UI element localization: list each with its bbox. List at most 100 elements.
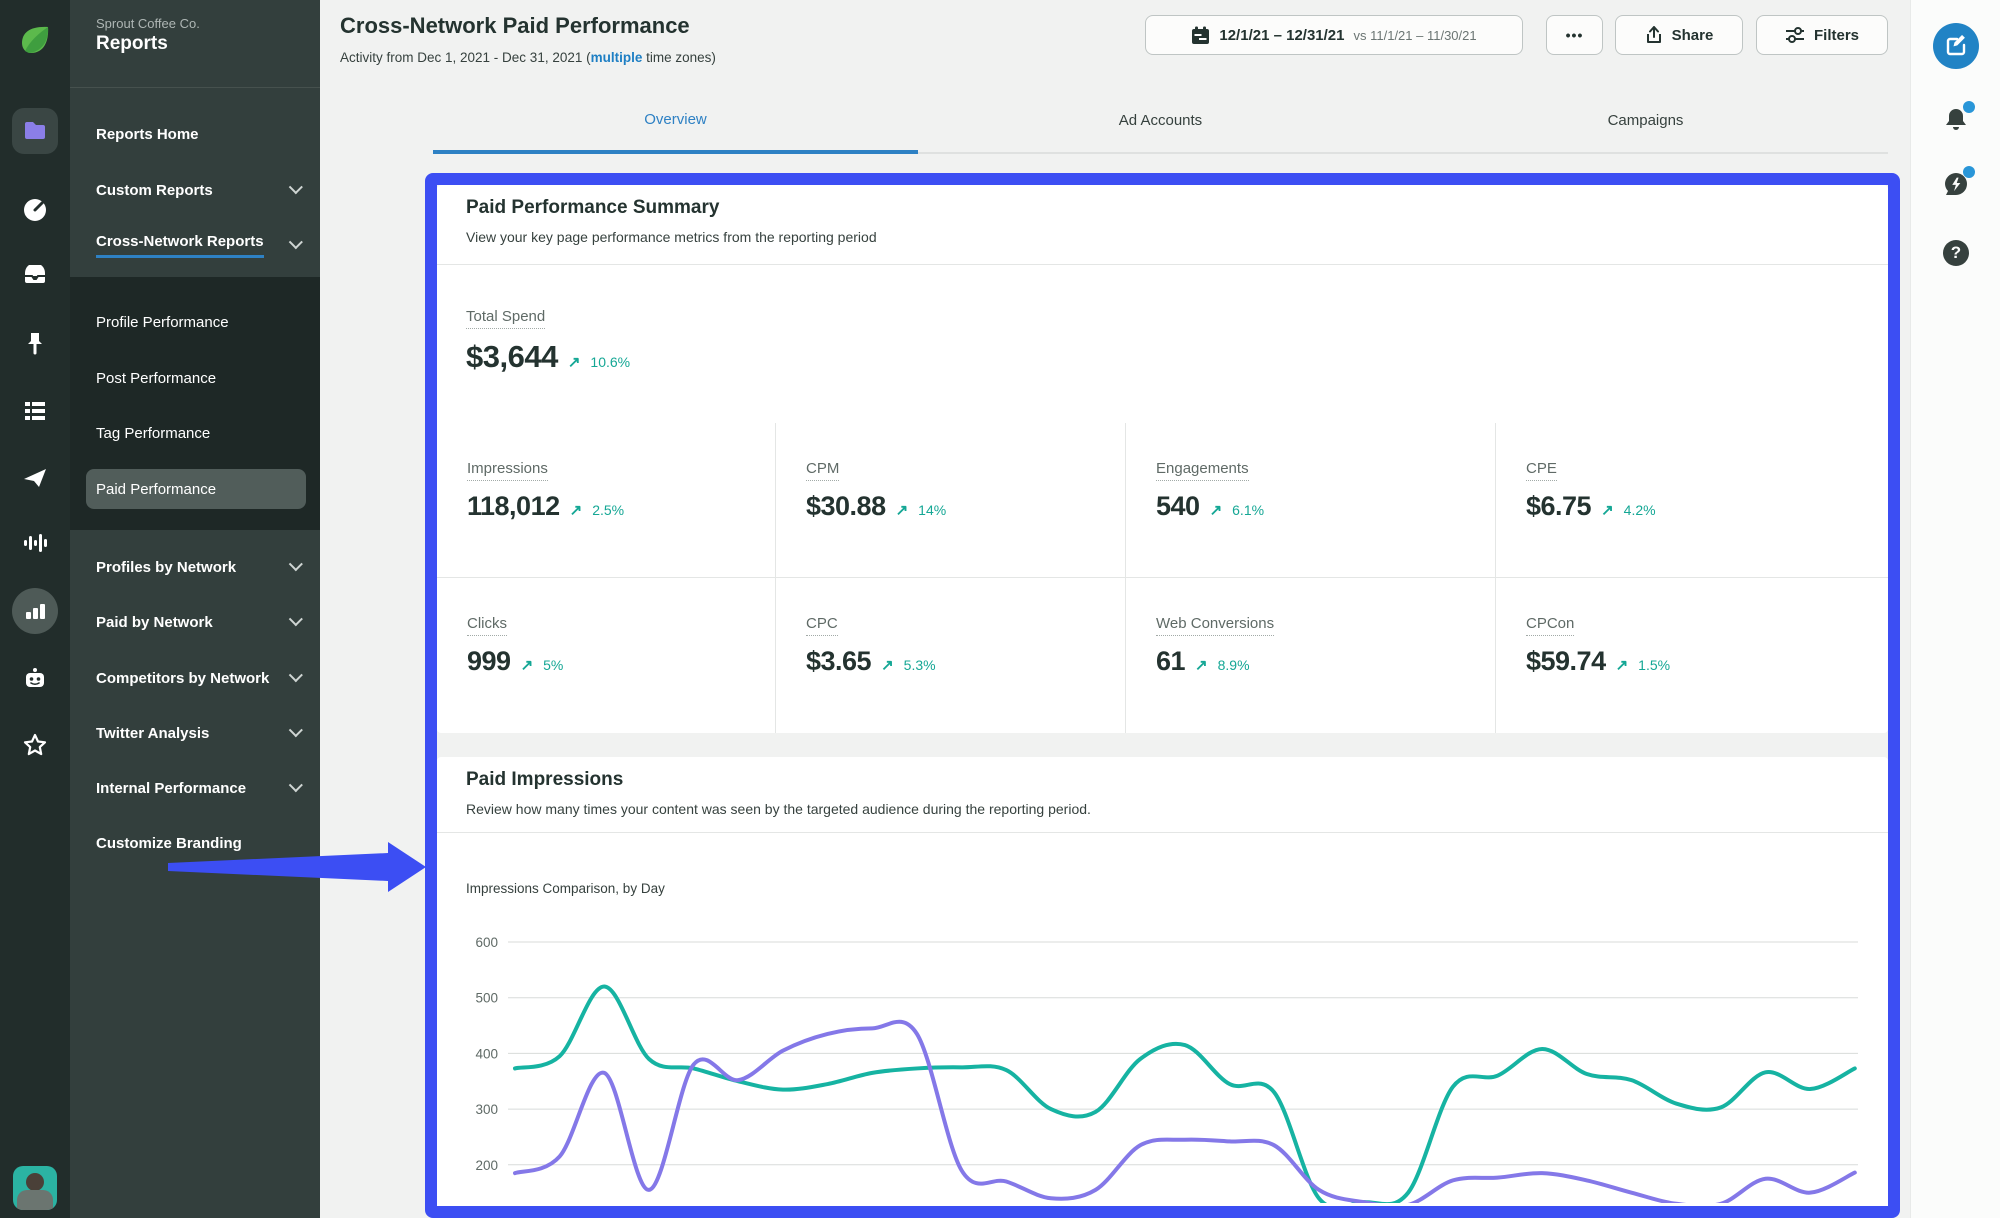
quick-actions-bubble-button[interactable] bbox=[1939, 168, 1973, 202]
tab-ad-accounts[interactable]: Ad Accounts bbox=[918, 88, 1403, 154]
annotation-arrow bbox=[158, 836, 434, 898]
trend-up-icon: ↗ bbox=[881, 656, 894, 674]
sidebar-item-internal-performance[interactable]: Internal Performance bbox=[70, 766, 320, 810]
compose-button[interactable] bbox=[1933, 23, 1979, 69]
account-name: Sprout Coffee Co. bbox=[96, 16, 200, 31]
sidebar-item-tag-performance[interactable]: Tag Performance bbox=[70, 411, 320, 455]
sprout-logo-icon[interactable] bbox=[15, 22, 55, 62]
total-spend-value: $3,644 bbox=[466, 339, 558, 375]
date-compare-value: vs 11/1/21 – 11/30/21 bbox=[1354, 28, 1477, 43]
list-icon[interactable] bbox=[22, 398, 48, 424]
user-avatar[interactable] bbox=[13, 1166, 57, 1210]
impressions-card-header: Paid Impressions Review how many times y… bbox=[437, 757, 1888, 833]
trend-up-icon: ↗ bbox=[1195, 656, 1208, 674]
sidebar-item-profile-performance[interactable]: Profile Performance bbox=[70, 300, 320, 344]
chevron-down-icon bbox=[289, 557, 303, 571]
sidebar-item-paid-performance[interactable]: Paid Performance bbox=[70, 467, 320, 511]
impressions-line-chart: 600 500 400 300 200 bbox=[450, 903, 1888, 1203]
metrics-grid: Impressions 118,012↗2.5% CPM $30.88↗14% … bbox=[437, 423, 1888, 733]
series-comparison_period bbox=[515, 1022, 1855, 1203]
share-button[interactable]: Share bbox=[1615, 15, 1743, 55]
dashboard-gauge-icon[interactable] bbox=[22, 197, 48, 223]
sidebar-item-paid-by-network[interactable]: Paid by Network bbox=[70, 600, 320, 644]
timezones-link[interactable]: multiple bbox=[591, 50, 643, 65]
chevron-down-icon bbox=[289, 235, 303, 249]
inbox-icon[interactable] bbox=[22, 265, 48, 291]
y-axis-tick: 300 bbox=[475, 1102, 498, 1117]
total-spend-label[interactable]: Total Spend bbox=[466, 308, 545, 329]
metric-web-conversions: Web Conversions 61↗8.9% bbox=[1125, 577, 1495, 733]
cross-network-submenu: Profile Performance Post Performance Tag… bbox=[70, 277, 320, 530]
pin-icon[interactable] bbox=[22, 330, 48, 356]
summary-card-header: Paid Performance Summary View your key p… bbox=[437, 185, 1888, 265]
metric-impressions: Impressions 118,012↗2.5% bbox=[437, 423, 775, 577]
metric-cpe: CPE $6.75↗4.2% bbox=[1495, 423, 1888, 577]
sidebar-title: Reports bbox=[96, 33, 168, 55]
share-icon bbox=[1645, 26, 1663, 45]
metric-cpm: CPM $30.88↗14% bbox=[775, 423, 1125, 577]
chevron-down-icon bbox=[289, 612, 303, 626]
trend-up-icon: ↗ bbox=[568, 353, 581, 371]
tab-campaigns[interactable]: Campaigns bbox=[1403, 88, 1888, 154]
trend-up-icon: ↗ bbox=[1210, 501, 1223, 519]
paid-impressions-card: Paid Impressions Review how many times y… bbox=[437, 757, 1888, 1217]
publish-send-icon[interactable] bbox=[22, 465, 48, 491]
impressions-subtitle: Review how many times your content was s… bbox=[466, 801, 1091, 817]
paid-performance-summary-card: Paid Performance Summary View your key p… bbox=[437, 185, 1888, 733]
more-actions-button[interactable]: ••• bbox=[1546, 15, 1603, 55]
notification-badge bbox=[1963, 101, 1975, 113]
sidebar-item-post-performance[interactable]: Post Performance bbox=[70, 356, 320, 400]
reports-bar-chart-button[interactable] bbox=[12, 588, 58, 634]
y-axis-tick: 400 bbox=[475, 1046, 498, 1061]
listening-waveform-icon[interactable] bbox=[22, 530, 48, 556]
series-current_period bbox=[515, 987, 1855, 1203]
sidebar-item-cross-network-reports[interactable]: Cross-Network Reports bbox=[70, 223, 320, 267]
favorites-star-icon[interactable] bbox=[22, 732, 48, 758]
y-axis-tick: 600 bbox=[475, 935, 498, 950]
chevron-down-icon bbox=[289, 778, 303, 792]
metric-engagements: Engagements 540↗6.1% bbox=[1125, 423, 1495, 577]
sidebar-divider bbox=[70, 87, 320, 88]
left-icon-rail bbox=[0, 0, 70, 1218]
metric-cpc: CPC $3.65↗5.3% bbox=[775, 577, 1125, 733]
sidebar-item-reports-home[interactable]: Reports Home bbox=[70, 112, 320, 156]
trend-up-icon: ↗ bbox=[521, 656, 534, 674]
help-icon: ? bbox=[1943, 240, 1969, 266]
summary-title: Paid Performance Summary bbox=[466, 197, 719, 219]
tab-overview[interactable]: Overview bbox=[433, 88, 918, 154]
metric-clicks: Clicks 999↗5% bbox=[437, 577, 775, 733]
sidebar-item-competitors-by-network[interactable]: Competitors by Network bbox=[70, 656, 320, 700]
right-icon-rail: ? bbox=[1910, 0, 2000, 1218]
filters-icon bbox=[1785, 26, 1805, 44]
sidebar-item-custom-reports[interactable]: Custom Reports bbox=[70, 168, 320, 212]
trend-up-icon: ↗ bbox=[570, 501, 583, 519]
avatar-body bbox=[17, 1190, 53, 1210]
chevron-down-icon bbox=[289, 723, 303, 737]
total-spend-change: 10.6% bbox=[590, 354, 630, 370]
date-range-value: 12/1/21 – 12/31/21 bbox=[1219, 27, 1344, 44]
page-subtitle: Activity from Dec 1, 2021 - Dec 31, 2021… bbox=[340, 50, 716, 65]
filters-button[interactable]: Filters bbox=[1756, 15, 1888, 55]
sidebar-item-twitter-analysis[interactable]: Twitter Analysis bbox=[70, 711, 320, 755]
trend-up-icon: ↗ bbox=[896, 501, 909, 519]
plan-folder-button[interactable] bbox=[12, 108, 58, 154]
more-icon: ••• bbox=[1566, 27, 1584, 43]
automation-bot-icon[interactable] bbox=[22, 666, 48, 692]
page-title: Cross-Network Paid Performance bbox=[340, 13, 690, 39]
trend-up-icon: ↗ bbox=[1601, 501, 1614, 519]
report-tabs: Overview Ad Accounts Campaigns bbox=[433, 88, 1888, 154]
calendar-icon bbox=[1191, 26, 1210, 45]
chevron-down-icon bbox=[289, 180, 303, 194]
date-range-button[interactable]: 12/1/21 – 12/31/21 vs 11/1/21 – 11/30/21 bbox=[1145, 15, 1523, 55]
chart-title: Impressions Comparison, by Day bbox=[466, 881, 665, 896]
y-axis-tick: 200 bbox=[475, 1158, 498, 1173]
y-axis-tick: 500 bbox=[475, 991, 498, 1006]
sidebar-item-profiles-by-network[interactable]: Profiles by Network bbox=[70, 545, 320, 589]
avatar-head bbox=[26, 1173, 44, 1191]
help-button[interactable]: ? bbox=[1939, 236, 1973, 270]
trend-up-icon: ↗ bbox=[1616, 656, 1629, 674]
notifications-bell-button[interactable] bbox=[1939, 103, 1973, 137]
summary-subtitle: View your key page performance metrics f… bbox=[466, 229, 877, 245]
metric-cpcon: CPCon $59.74↗1.5% bbox=[1495, 577, 1888, 733]
chevron-down-icon bbox=[289, 668, 303, 682]
